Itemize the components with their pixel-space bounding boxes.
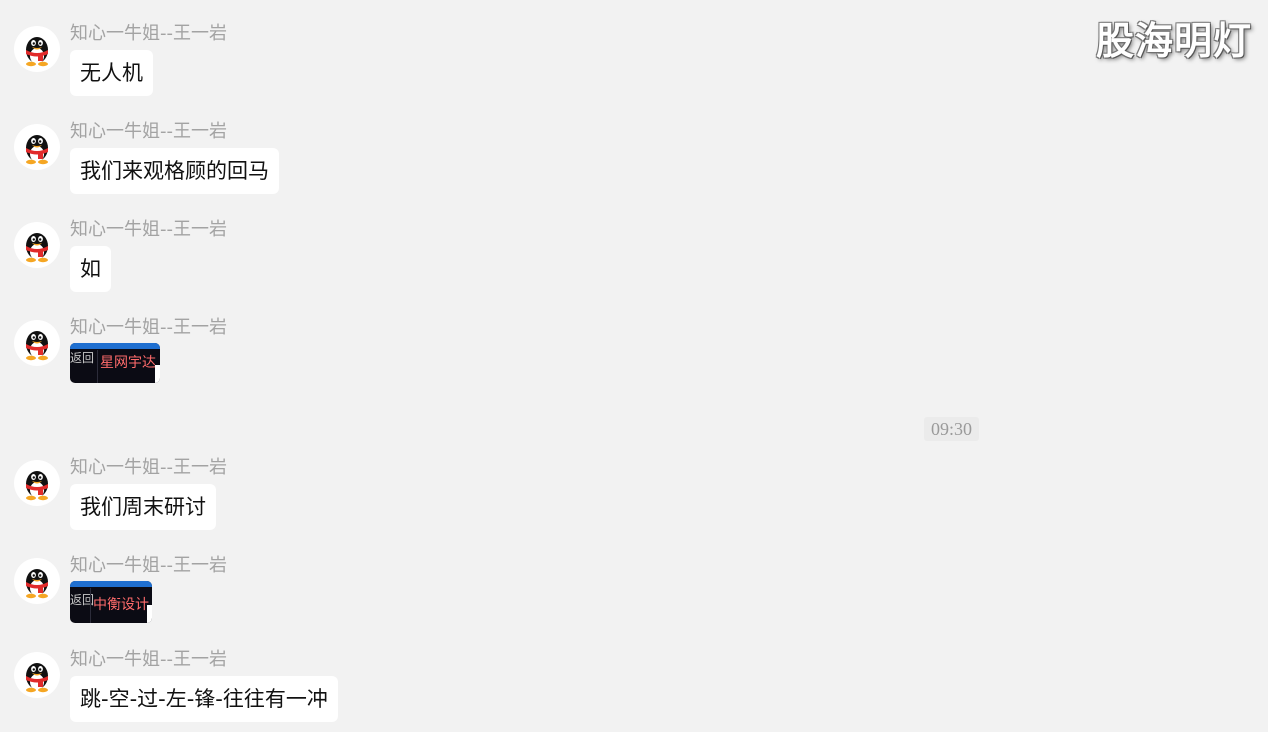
thumbnail-divider xyxy=(97,350,98,383)
sender-name: 知心一牛姐--王一岩 xyxy=(70,649,227,670)
watermark-logo: 股海明灯 xyxy=(1095,19,1252,63)
chat-message: 知心一牛姐--王一岩 我们来观格顾的回马 xyxy=(0,120,800,196)
image-thumbnail[interactable]: 返回 星网宇达 xyxy=(70,343,160,383)
message-bubble[interactable]: 跳-空-过-左-锋-往往有一冲 xyxy=(70,676,338,722)
thumbnail-stock-title: 星网宇达 xyxy=(100,355,156,371)
message-bubble[interactable]: 如 xyxy=(70,246,111,292)
qq-penguin-icon[interactable] xyxy=(14,26,60,72)
thumbnail-divider xyxy=(90,588,91,623)
sender-name: 知心一牛姐--王一岩 xyxy=(70,555,227,576)
chat-message: 知心一牛姐--王一岩 如 xyxy=(0,218,800,294)
qq-penguin-icon[interactable] xyxy=(14,222,60,268)
thumbnail-back-label: 返回 xyxy=(70,351,95,365)
image-thumbnail[interactable]: 返回 中衡设计 xyxy=(70,581,152,623)
sender-name: 知心一牛姐--王一岩 xyxy=(70,457,227,478)
timestamp: 09:30 xyxy=(924,417,980,441)
penguin xyxy=(26,37,48,67)
chat-message: 知心一牛姐--王一岩 返回 中衡设计 xyxy=(0,554,800,626)
thumbnail-scroll xyxy=(147,605,152,623)
chat-message: 知心一牛姐--王一岩 返回 星网宇达 xyxy=(0,316,800,386)
thumbnail-top-bar xyxy=(70,581,152,587)
qq-penguin-icon[interactable] xyxy=(14,320,60,366)
qq-penguin-icon[interactable] xyxy=(14,124,60,170)
sender-name: 知心一牛姐--王一岩 xyxy=(70,317,227,338)
sender-name: 知心一牛姐--王一岩 xyxy=(70,121,227,142)
sender-name: 知心一牛姐--王一岩 xyxy=(70,23,227,44)
chat-message: 知心一牛姐--王一岩 跳-空-过-左-锋-往往有一冲 xyxy=(0,648,800,724)
thumbnail-stock-title: 中衡设计 xyxy=(93,597,149,613)
message-bubble[interactable]: 无人机 xyxy=(70,50,153,96)
qq-penguin-icon[interactable] xyxy=(14,652,60,698)
thumbnail-scroll xyxy=(155,365,160,383)
sender-name: 知心一牛姐--王一岩 xyxy=(70,219,227,240)
message-bubble[interactable]: 我们周末研讨 xyxy=(70,484,216,530)
chat-message: 知心一牛姐--王一岩 我们周末研讨 xyxy=(0,456,800,532)
message-bubble[interactable]: 我们来观格顾的回马 xyxy=(70,148,279,194)
qq-penguin-icon[interactable] xyxy=(14,460,60,506)
qq-penguin-icon[interactable] xyxy=(14,558,60,604)
thumbnail-top-bar xyxy=(70,343,160,349)
chat-message: 知心一牛姐--王一岩 无人机 xyxy=(0,22,800,98)
